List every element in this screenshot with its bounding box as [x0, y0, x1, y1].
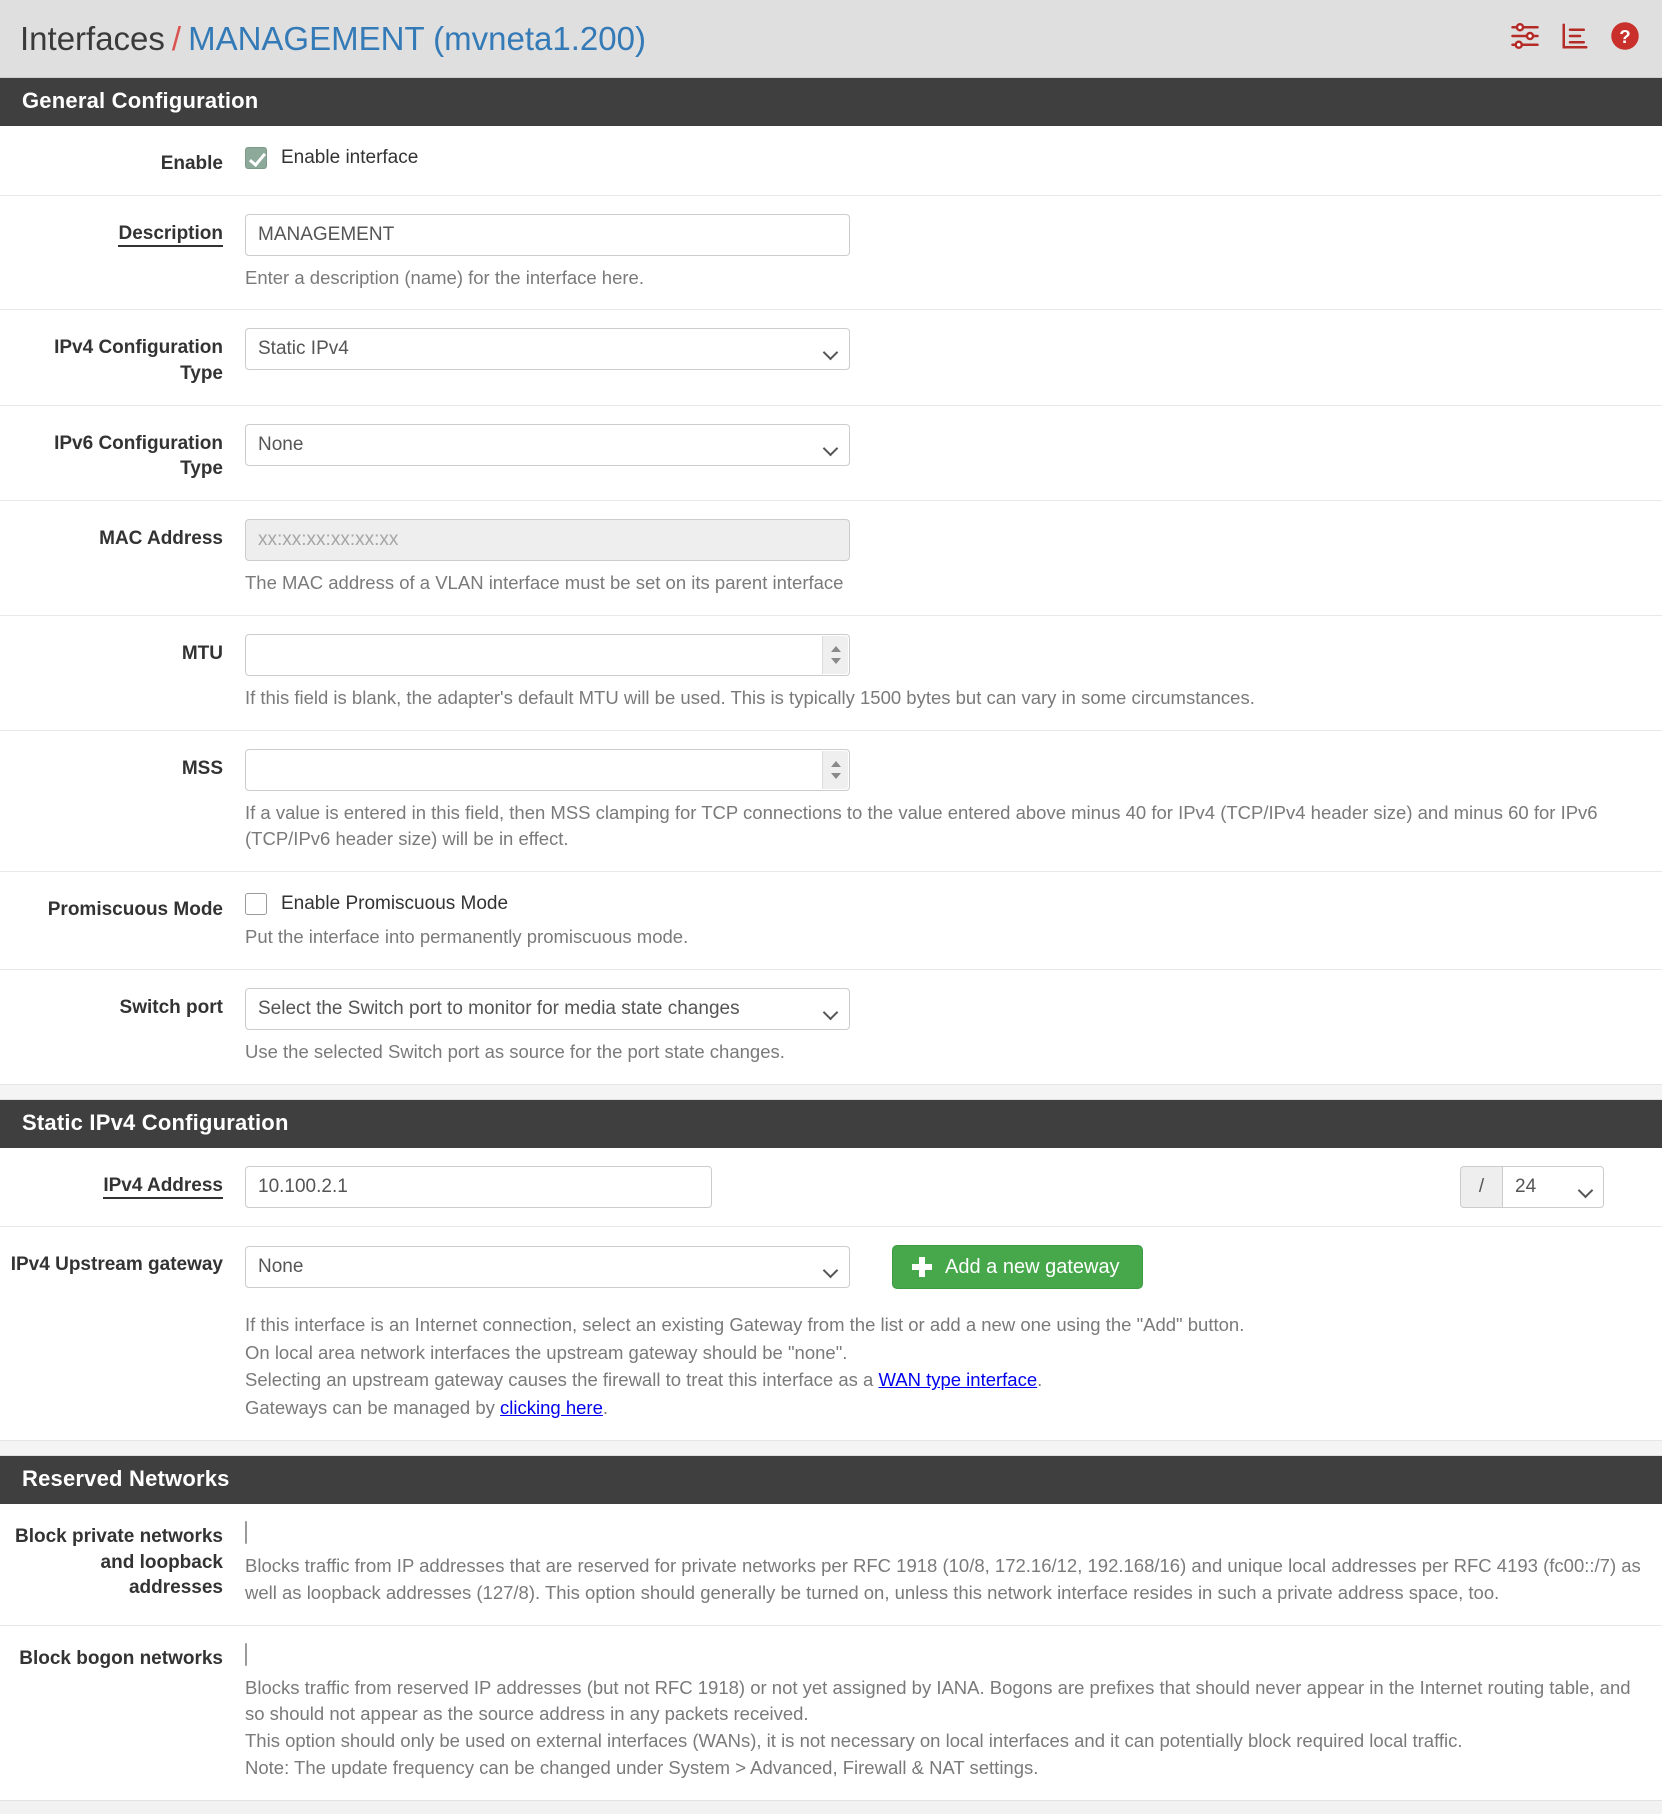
row-promiscuous-mode: Promiscuous Mode Enable Promiscuous Mode…: [0, 872, 1662, 971]
gateway-help-line-3-post: .: [1037, 1369, 1043, 1391]
row-ipv4-config-type: IPv4 Configuration Type Static IPv4: [0, 310, 1662, 406]
promiscuous-mode-checkbox[interactable]: Enable Promiscuous Mode: [245, 890, 1642, 916]
subnet-mask-prefix: /: [1460, 1165, 1502, 1208]
row-ipv4-upstream-gateway: IPv4 Upstream gateway None Add a new gat…: [0, 1227, 1662, 1440]
reserved-networks-panel: Reserved Networks Block private networks…: [0, 1455, 1662, 1800]
switch-port-help: Use the selected Switch port as source f…: [245, 1041, 785, 1063]
block-bogon-label-text: Block bogon networks: [19, 1647, 223, 1669]
block-private-networks-label: Block private networks and loopback addr…: [0, 1522, 245, 1607]
section-divider: [0, 1439, 1662, 1456]
checkbox-box: [245, 893, 267, 916]
mss-stepper[interactable]: [245, 748, 850, 791]
static-ipv4-panel: Static IPv4 Configuration IPv4 Address 1…: [0, 1099, 1662, 1440]
gateway-help-line-2: On local area network interfaces the ups…: [245, 1341, 848, 1363]
ipv4-address-label: IPv4 Address: [0, 1166, 245, 1208]
mtu-help: If this field is blank, the adapter's de…: [245, 686, 1255, 708]
enable-interface-label: Enable interface: [281, 147, 419, 168]
ipv6-config-type-label: IPv6 Configuration Type: [54, 432, 223, 480]
ipv4-address-input[interactable]: 10.100.2.1: [245, 1165, 712, 1208]
logs-icon[interactable]: [1560, 21, 1590, 57]
block-bogon-networks-checkbox[interactable]: [245, 1642, 247, 1666]
enable-interface-checkbox[interactable]: Enable interface: [245, 144, 1642, 169]
breadcrumb-current: MANAGEMENT (mvneta1.200): [188, 20, 646, 57]
mtu-spinner-arrows[interactable]: [822, 635, 848, 674]
gateway-help-line-3-pre: Selecting an upstream gateway causes the…: [245, 1369, 879, 1391]
row-mtu: MTU If this field is blank, the adapter'…: [0, 616, 1662, 731]
mss-help: If a value is entered in this field, the…: [245, 801, 1598, 850]
row-switch-port: Switch port Select the Switch port to mo…: [0, 970, 1662, 1084]
mtu-stepper[interactable]: [245, 633, 850, 676]
switch-port-select[interactable]: Select the Switch port to monitor for me…: [245, 988, 850, 1031]
gateway-help-line-4-post: .: [602, 1397, 609, 1419]
gateway-help-line-4: Gateways can be managed by clicking here…: [245, 1394, 1642, 1422]
add-new-gateway-label: Add a new gateway: [945, 1255, 1120, 1278]
block-bogon-networks-label: Block bogon networks: [0, 1644, 245, 1782]
breadcrumb: Interfaces / MANAGEMENT (mvneta1.200): [20, 22, 646, 55]
promiscuous-mode-label: Promiscuous Mode: [47, 899, 223, 921]
wan-type-interface-link[interactable]: WAN type interface: [878, 1369, 1037, 1390]
block-private-label-line-2: and loopback addresses: [100, 1551, 223, 1599]
bogon-help-line-1: Blocks traffic from reserved IP addresse…: [245, 1676, 1631, 1725]
bogon-help-line-3: Note: The update frequency can be change…: [245, 1756, 1039, 1778]
general-configuration-heading: General Configuration: [0, 78, 1662, 126]
general-configuration-panel: General Configuration Enable Enable inte…: [0, 78, 1662, 1084]
ipv4-upstream-gateway-label: IPv4 Upstream gateway: [10, 1253, 223, 1275]
mac-address-help: The MAC address of a VLAN interface must…: [245, 572, 844, 594]
bogon-help-line-2: This option should only be used on exter…: [245, 1730, 1463, 1752]
block-private-networks-checkbox[interactable]: [245, 1520, 247, 1544]
description-label: Description: [0, 214, 245, 292]
switch-port-label: Switch port: [119, 997, 223, 1019]
block-private-label-line-1: Block private networks: [14, 1525, 223, 1547]
subnet-mask-group: / 24: [1460, 1165, 1604, 1208]
row-block-bogon-networks: Block bogon networks Blocks traffic from…: [0, 1626, 1662, 1800]
promiscuous-mode-checkbox-label: Enable Promiscuous Mode: [281, 893, 509, 915]
static-ipv4-heading: Static IPv4 Configuration: [0, 1099, 1662, 1148]
mss-input[interactable]: [245, 748, 850, 791]
description-input[interactable]: MANAGEMENT: [245, 213, 850, 256]
row-mss: MSS If a value is entered in this field,…: [0, 731, 1662, 873]
breadcrumb-root[interactable]: Interfaces: [20, 20, 165, 57]
row-ipv4-address: IPv4 Address 10.100.2.1 / 24: [0, 1148, 1662, 1227]
row-mac-address: MAC Address xx:xx:xx:xx:xx:xx The MAC ad…: [0, 501, 1662, 616]
ipv4-config-type-label: IPv4 Configuration Type: [54, 337, 223, 385]
gateway-help-line-4-pre: Gateways can be managed by: [245, 1397, 501, 1419]
checkbox-box: [245, 147, 267, 169]
help-icon[interactable]: ?: [1610, 21, 1640, 57]
description-help: Enter a description (name) for the inter…: [245, 266, 644, 288]
subnet-mask-select[interactable]: 24: [1502, 1165, 1604, 1208]
mss-spinner-arrows[interactable]: [822, 750, 848, 789]
section-divider: [0, 1083, 1662, 1100]
plus-icon: [912, 1256, 932, 1277]
block-bogon-networks-help: Blocks traffic from reserved IP addresse…: [245, 1675, 1642, 1782]
row-block-private-networks: Block private networks and loopback addr…: [0, 1504, 1662, 1626]
ipv4-config-type-select[interactable]: Static IPv4: [245, 328, 850, 371]
mss-label: MSS: [181, 757, 223, 779]
page-header: Interfaces / MANAGEMENT (mvneta1.200) ?: [0, 0, 1662, 78]
mtu-input[interactable]: [245, 633, 850, 676]
ipv6-config-type-select[interactable]: None: [245, 423, 850, 466]
block-private-networks-help: Blocks traffic from IP addresses that ar…: [245, 1554, 1641, 1603]
row-description: Description MANAGEMENT Enter a descripti…: [0, 196, 1662, 311]
svg-text:?: ?: [1619, 25, 1630, 46]
mtu-label: MTU: [181, 642, 223, 664]
mac-address-label: MAC Address: [99, 528, 223, 550]
header-icon-group: ?: [1510, 21, 1640, 57]
reserved-networks-heading: Reserved Networks: [0, 1455, 1662, 1504]
row-ipv6-config-type: IPv6 Configuration Type None: [0, 406, 1662, 502]
breadcrumb-separator: /: [171, 20, 182, 57]
row-enable: Enable Enable interface: [0, 126, 1662, 196]
ipv4-upstream-gateway-help: If this interface is an Internet connect…: [245, 1311, 1642, 1422]
sliders-icon[interactable]: [1510, 21, 1540, 57]
page-bottom-bar: [0, 1799, 1662, 1814]
enable-label: Enable: [160, 153, 223, 174]
mac-address-input: xx:xx:xx:xx:xx:xx: [245, 519, 850, 562]
ipv4-upstream-gateway-select[interactable]: None: [245, 1245, 850, 1288]
gateway-help-line-3: Selecting an upstream gateway causes the…: [245, 1366, 1642, 1394]
gateway-help-line-1: If this interface is an Internet connect…: [245, 1313, 1245, 1335]
clicking-here-link[interactable]: clicking here: [500, 1397, 603, 1418]
promiscuous-mode-help: Put the interface into permanently promi…: [245, 926, 689, 948]
add-new-gateway-button[interactable]: Add a new gateway: [892, 1244, 1143, 1289]
